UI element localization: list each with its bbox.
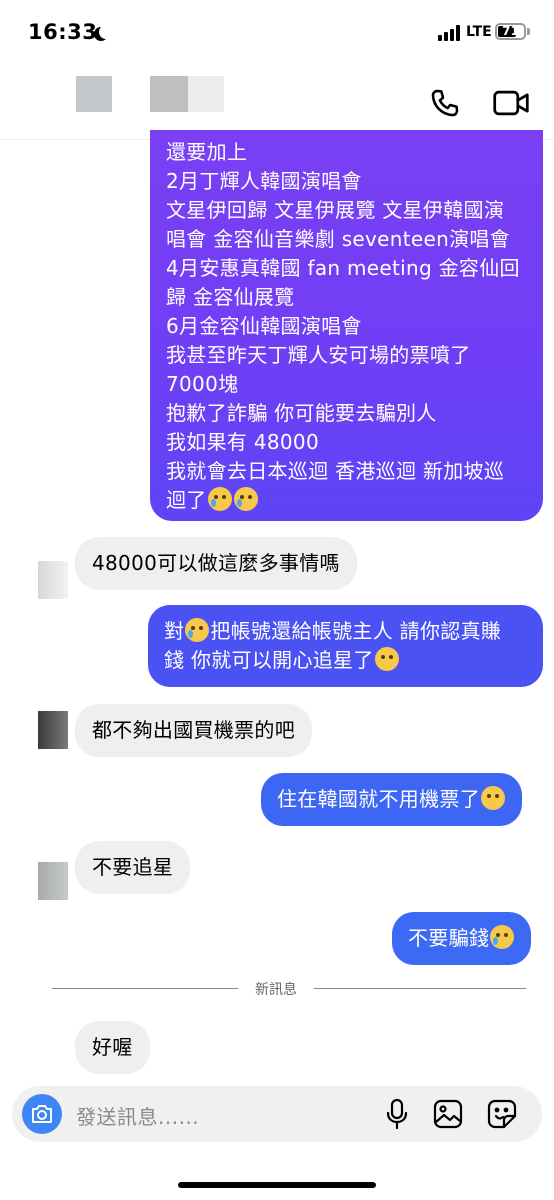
home-indicator: [178, 1182, 376, 1188]
message-line: 迴了: [166, 486, 527, 515]
chat-header: [0, 66, 554, 140]
message-line: 文星伊回歸 文星伊展覽 文星伊韓國演: [166, 198, 505, 222]
message-text: 迴了: [166, 488, 207, 512]
battery-cap: [527, 28, 530, 35]
message-line: 對 把帳號還給帳號主人 請你認真賺: [164, 617, 527, 646]
message-composer: 發送訊息......: [12, 1086, 542, 1142]
message-line: 7000塊: [166, 372, 239, 396]
message-line: 錢 你就可以開心追星了: [164, 646, 527, 675]
message-line: 還要加上: [166, 140, 248, 164]
message-line: 我就會去日本巡迴 香港巡迴 新加坡巡: [166, 459, 505, 483]
phone-icon[interactable]: [428, 86, 462, 120]
moon-icon: [99, 25, 113, 39]
message-input[interactable]: 發送訊息......: [76, 1101, 199, 1130]
message-incoming[interactable]: 48000可以做這麼多事情嗎: [75, 537, 357, 590]
message-text: 住在韓國就不用機票了: [277, 787, 480, 811]
contact-avatar[interactable]: [150, 76, 188, 112]
message-text: 對: [164, 619, 185, 643]
avatar[interactable]: [38, 862, 68, 900]
status-bar: 16:33 LTE 71: [0, 0, 554, 66]
battery-icon: 71: [495, 23, 526, 40]
crying-face-emoji-icon: [185, 618, 210, 642]
message-line: 唱會 金容仙音樂劇 seventeen演唱會: [166, 227, 510, 251]
message-incoming[interactable]: 不要追星: [75, 841, 191, 894]
message-text: 不要騙錢: [408, 926, 490, 950]
message-text: 都不夠出國買機票的吧: [92, 718, 295, 742]
avatar[interactable]: [38, 711, 68, 749]
crying-emoji-icon: [233, 487, 258, 511]
message-incoming[interactable]: 好喔: [75, 1021, 150, 1074]
message-line: 6月金容仙韓國演唱會: [166, 314, 362, 338]
message-incoming[interactable]: 都不夠出國買機票的吧: [75, 704, 312, 757]
signal-icon: [438, 25, 462, 41]
camera-icon: [32, 1105, 52, 1123]
divider-line: [52, 988, 238, 989]
video-camera-icon[interactable]: [492, 88, 530, 118]
divider-line: [314, 988, 526, 989]
message-line: 歸 金容仙展覽: [166, 285, 295, 309]
message-outgoing[interactable]: 不要騙錢: [392, 912, 532, 965]
message-line: 抱歉了詐騙 你可能要去騙別人: [166, 401, 437, 425]
microphone-icon[interactable]: [384, 1098, 410, 1130]
message-text: 好喔: [92, 1035, 133, 1059]
message-outgoing[interactable]: 對 把帳號還給帳號主人 請你認真賺 錢 你就可以開心追星了: [148, 605, 543, 687]
image-icon[interactable]: [432, 1098, 464, 1130]
crying-face-emoji-icon: [490, 925, 515, 949]
camera-button[interactable]: [22, 1094, 62, 1134]
message-outgoing[interactable]: 還要加上 2月丁輝人韓國演唱會 文星伊回歸 文星伊展覽 文星伊韓國演 唱會 金容…: [150, 130, 543, 521]
pleading-face-emoji-icon: [374, 647, 399, 671]
message-text: 把帳號還給帳號主人 請你認真賺: [210, 619, 502, 643]
message-text: 錢 你就可以開心追星了: [164, 648, 374, 672]
message-line: 我甚至昨天丁輝人安可場的票噴了: [166, 343, 471, 367]
network-label: LTE: [466, 24, 492, 40]
message-text: 48000可以做這麼多事情嗎: [92, 551, 340, 575]
avatar[interactable]: [38, 561, 68, 599]
woozy-face-emoji-icon: [481, 786, 505, 810]
battery-percentage: 71: [502, 24, 519, 38]
back-button[interactable]: [76, 76, 112, 112]
status-time: 16:33: [28, 20, 98, 44]
contact-name[interactable]: [188, 76, 224, 112]
message-line: 4月安惠真韓國 fan meeting 金容仙回: [166, 256, 520, 280]
sticker-icon[interactable]: [486, 1098, 518, 1130]
message-line: 我如果有 48000: [166, 430, 319, 454]
message-line: 2月丁輝人韓國演唱會: [166, 169, 362, 193]
new-messages-label: 新訊息: [255, 982, 297, 998]
message-outgoing[interactable]: 住在韓國就不用機票了: [261, 773, 522, 826]
message-text: 不要追星: [92, 855, 174, 879]
crying-emoji-icon: [207, 487, 232, 511]
